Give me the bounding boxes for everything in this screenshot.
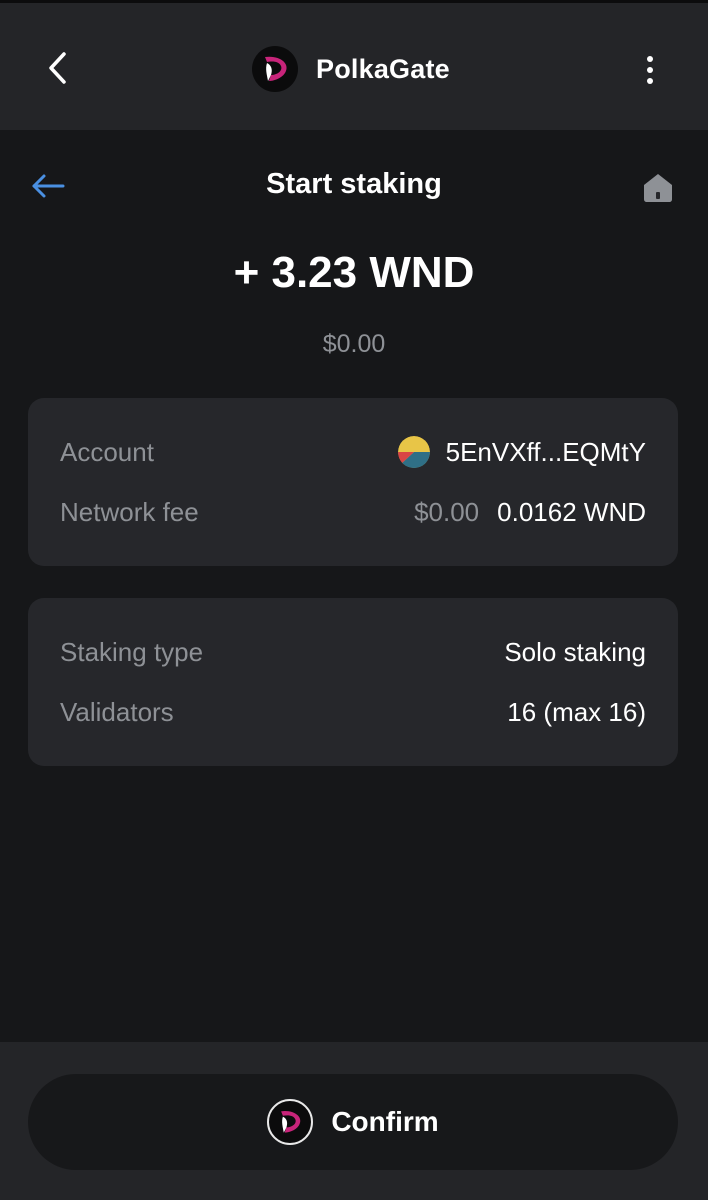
title-row: Start staking	[0, 160, 708, 214]
network-fee-value: 0.0162 WND	[497, 496, 646, 527]
vertical-dots-icon[interactable]	[630, 47, 670, 93]
brand: PolkaGate	[252, 45, 450, 93]
validators-row: Validators 16 (max 16)	[60, 694, 646, 730]
account-address: 5EnVXff...EQMtY	[445, 436, 646, 467]
validators-value: 16 (max 16)	[507, 696, 646, 727]
validators-label: Validators	[60, 696, 174, 727]
staking-card: Staking type Solo staking Validators 16 …	[28, 598, 678, 766]
account-value-group: 5EnVXff...EQMtY	[397, 436, 646, 468]
app-window: PolkaGate Start staking + 3.23 WND $0.00…	[0, 0, 708, 1200]
staking-type-row: Staking type Solo staking	[60, 634, 646, 670]
bottom-bar: Confirm	[0, 1042, 708, 1200]
home-icon[interactable]	[638, 168, 678, 208]
network-fee-label: Network fee	[60, 496, 199, 527]
network-fee-fiat: $0.00	[414, 496, 480, 527]
polkagate-logo-icon	[252, 46, 298, 92]
brand-name: PolkaGate	[316, 53, 450, 84]
network-fee-value-group: $0.00 0.0162 WND	[414, 497, 646, 528]
identicon-icon	[397, 436, 430, 468]
network-fee-row: Network fee $0.00 0.0162 WND	[60, 494, 646, 530]
account-row: Account 5EnVXff...EQMtY	[60, 434, 646, 470]
top-header: PolkaGate	[0, 0, 708, 130]
page-title: Start staking	[266, 168, 442, 200]
details-card: Account 5EnVXff...EQMtY Network fee $0.0…	[28, 398, 678, 566]
confirm-button[interactable]: Confirm	[28, 1074, 678, 1170]
stake-amount: + 3.23 WND	[233, 248, 475, 297]
account-label: Account	[60, 436, 154, 467]
staking-type-value: Solo staking	[504, 636, 646, 667]
staking-type-label: Staking type	[60, 636, 204, 667]
chevron-left-icon[interactable]	[38, 45, 78, 91]
confirm-label: Confirm	[331, 1106, 439, 1137]
polkagate-logo-icon	[267, 1099, 314, 1145]
stake-amount-fiat: $0.00	[322, 330, 386, 358]
